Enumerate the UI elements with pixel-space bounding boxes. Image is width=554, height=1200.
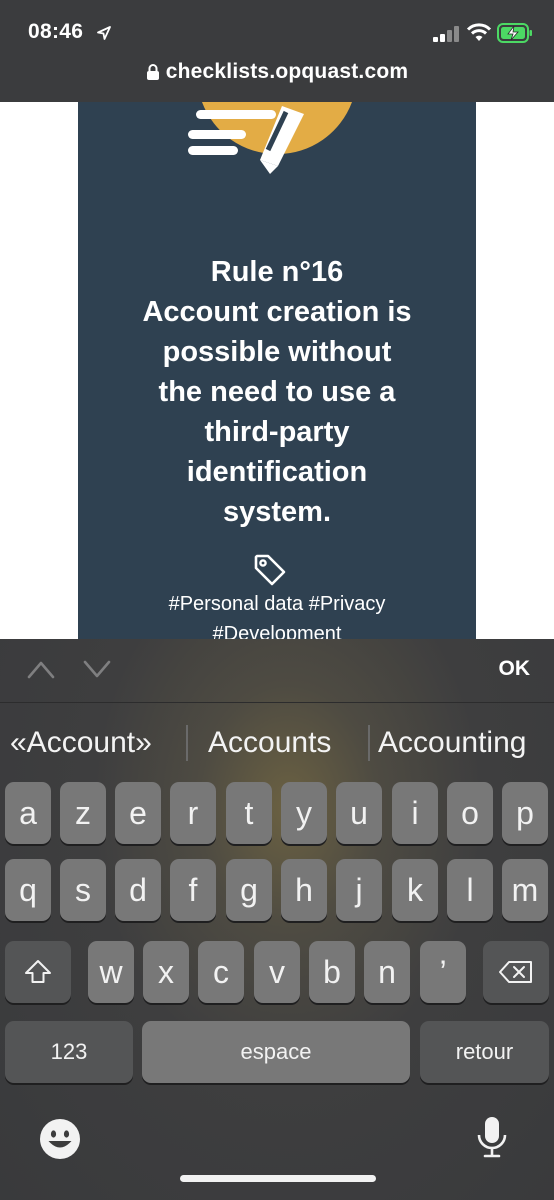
rule-title-line: possible without (162, 336, 392, 368)
key-s[interactable]: s (60, 859, 106, 921)
key-e[interactable]: e (115, 782, 161, 844)
suggestion-divider (186, 725, 188, 761)
key-x[interactable]: x (143, 941, 189, 1003)
opquast-checklist-logo-icon (188, 102, 352, 174)
predictive-bar: «Account» Accounts Accounting (0, 715, 554, 771)
key-v[interactable]: v (254, 941, 300, 1003)
key-z[interactable]: z (60, 782, 106, 844)
return-key[interactable]: retour (420, 1021, 549, 1083)
rule-title-line: Account creation is (142, 296, 412, 328)
previous-field-chevron-up-icon[interactable] (26, 657, 56, 681)
rule-card: Rule n°16 Account creation is possible w… (78, 102, 476, 639)
home-indicator[interactable] (180, 1175, 376, 1182)
ok-button[interactable]: OK (499, 657, 531, 681)
suggestion-item[interactable]: Accounts (208, 719, 331, 767)
microphone-icon[interactable] (470, 1115, 514, 1159)
rule-title-line: identification (186, 456, 368, 488)
key-w[interactable]: w (88, 941, 134, 1003)
status-bar: 08:46 checklists.opquast.com (0, 0, 554, 102)
suggestion-item[interactable]: «Account» (10, 719, 152, 767)
wifi-icon (466, 23, 492, 41)
key-q[interactable]: q (5, 859, 51, 921)
rule-title-line: the need to use a (158, 376, 396, 408)
url-text: checklists.opquast.com (165, 60, 409, 83)
key-g[interactable]: g (226, 859, 272, 921)
keyboard: OK «Account» Accounts Accounting a z e r… (0, 639, 554, 1200)
numbers-key[interactable]: 123 (5, 1021, 133, 1083)
key-m[interactable]: m (502, 859, 548, 921)
key-o[interactable]: o (447, 782, 493, 844)
key-d[interactable]: d (115, 859, 161, 921)
emoji-icon[interactable] (38, 1117, 82, 1161)
battery-charging-icon (497, 23, 532, 43)
key-apostrophe[interactable]: ’ (420, 941, 466, 1003)
key-r[interactable]: r (170, 782, 216, 844)
next-field-chevron-down-icon[interactable] (82, 657, 112, 681)
rule-title: Rule n°16 Account creation is possible w… (98, 252, 456, 532)
key-l[interactable]: l (447, 859, 493, 921)
tags-line[interactable]: #Personal data #Privacy (98, 589, 456, 619)
key-b[interactable]: b (309, 941, 355, 1003)
shift-arrow-icon (25, 960, 51, 983)
rule-tags[interactable]: #Personal data #Privacy #Development (98, 589, 456, 639)
backspace-key[interactable] (483, 941, 549, 1003)
key-n[interactable]: n (364, 941, 410, 1003)
suggestion-item[interactable]: Accounting (378, 719, 526, 767)
key-f[interactable]: f (170, 859, 216, 921)
key-h[interactable]: h (281, 859, 327, 921)
key-c[interactable]: c (198, 941, 244, 1003)
address-bar[interactable]: checklists.opquast.com (0, 56, 554, 88)
rule-title-line: Rule n°16 (210, 256, 344, 288)
keyboard-accessory-bar: OK (0, 639, 554, 703)
key-k[interactable]: k (392, 859, 438, 921)
backspace-icon (499, 961, 532, 983)
cellular-signal-icon (433, 26, 459, 42)
rule-title-line: third-party (204, 416, 350, 448)
key-y[interactable]: y (281, 782, 327, 844)
tags-line[interactable]: #Development (98, 619, 456, 639)
space-key[interactable]: espace (142, 1021, 410, 1083)
key-i[interactable]: i (392, 782, 438, 844)
status-time: 08:46 (28, 20, 84, 43)
location-arrow-icon (97, 26, 111, 40)
key-a[interactable]: a (5, 782, 51, 844)
key-j[interactable]: j (336, 859, 382, 921)
shift-key[interactable] (5, 941, 71, 1003)
key-p[interactable]: p (502, 782, 548, 844)
web-content: Rule n°16 Account creation is possible w… (0, 102, 554, 639)
key-u[interactable]: u (336, 782, 382, 844)
suggestion-divider (368, 725, 370, 761)
lock-icon (146, 64, 159, 80)
tag-icon (254, 554, 286, 586)
rule-title-line: system. (222, 496, 331, 528)
key-t[interactable]: t (226, 782, 272, 844)
